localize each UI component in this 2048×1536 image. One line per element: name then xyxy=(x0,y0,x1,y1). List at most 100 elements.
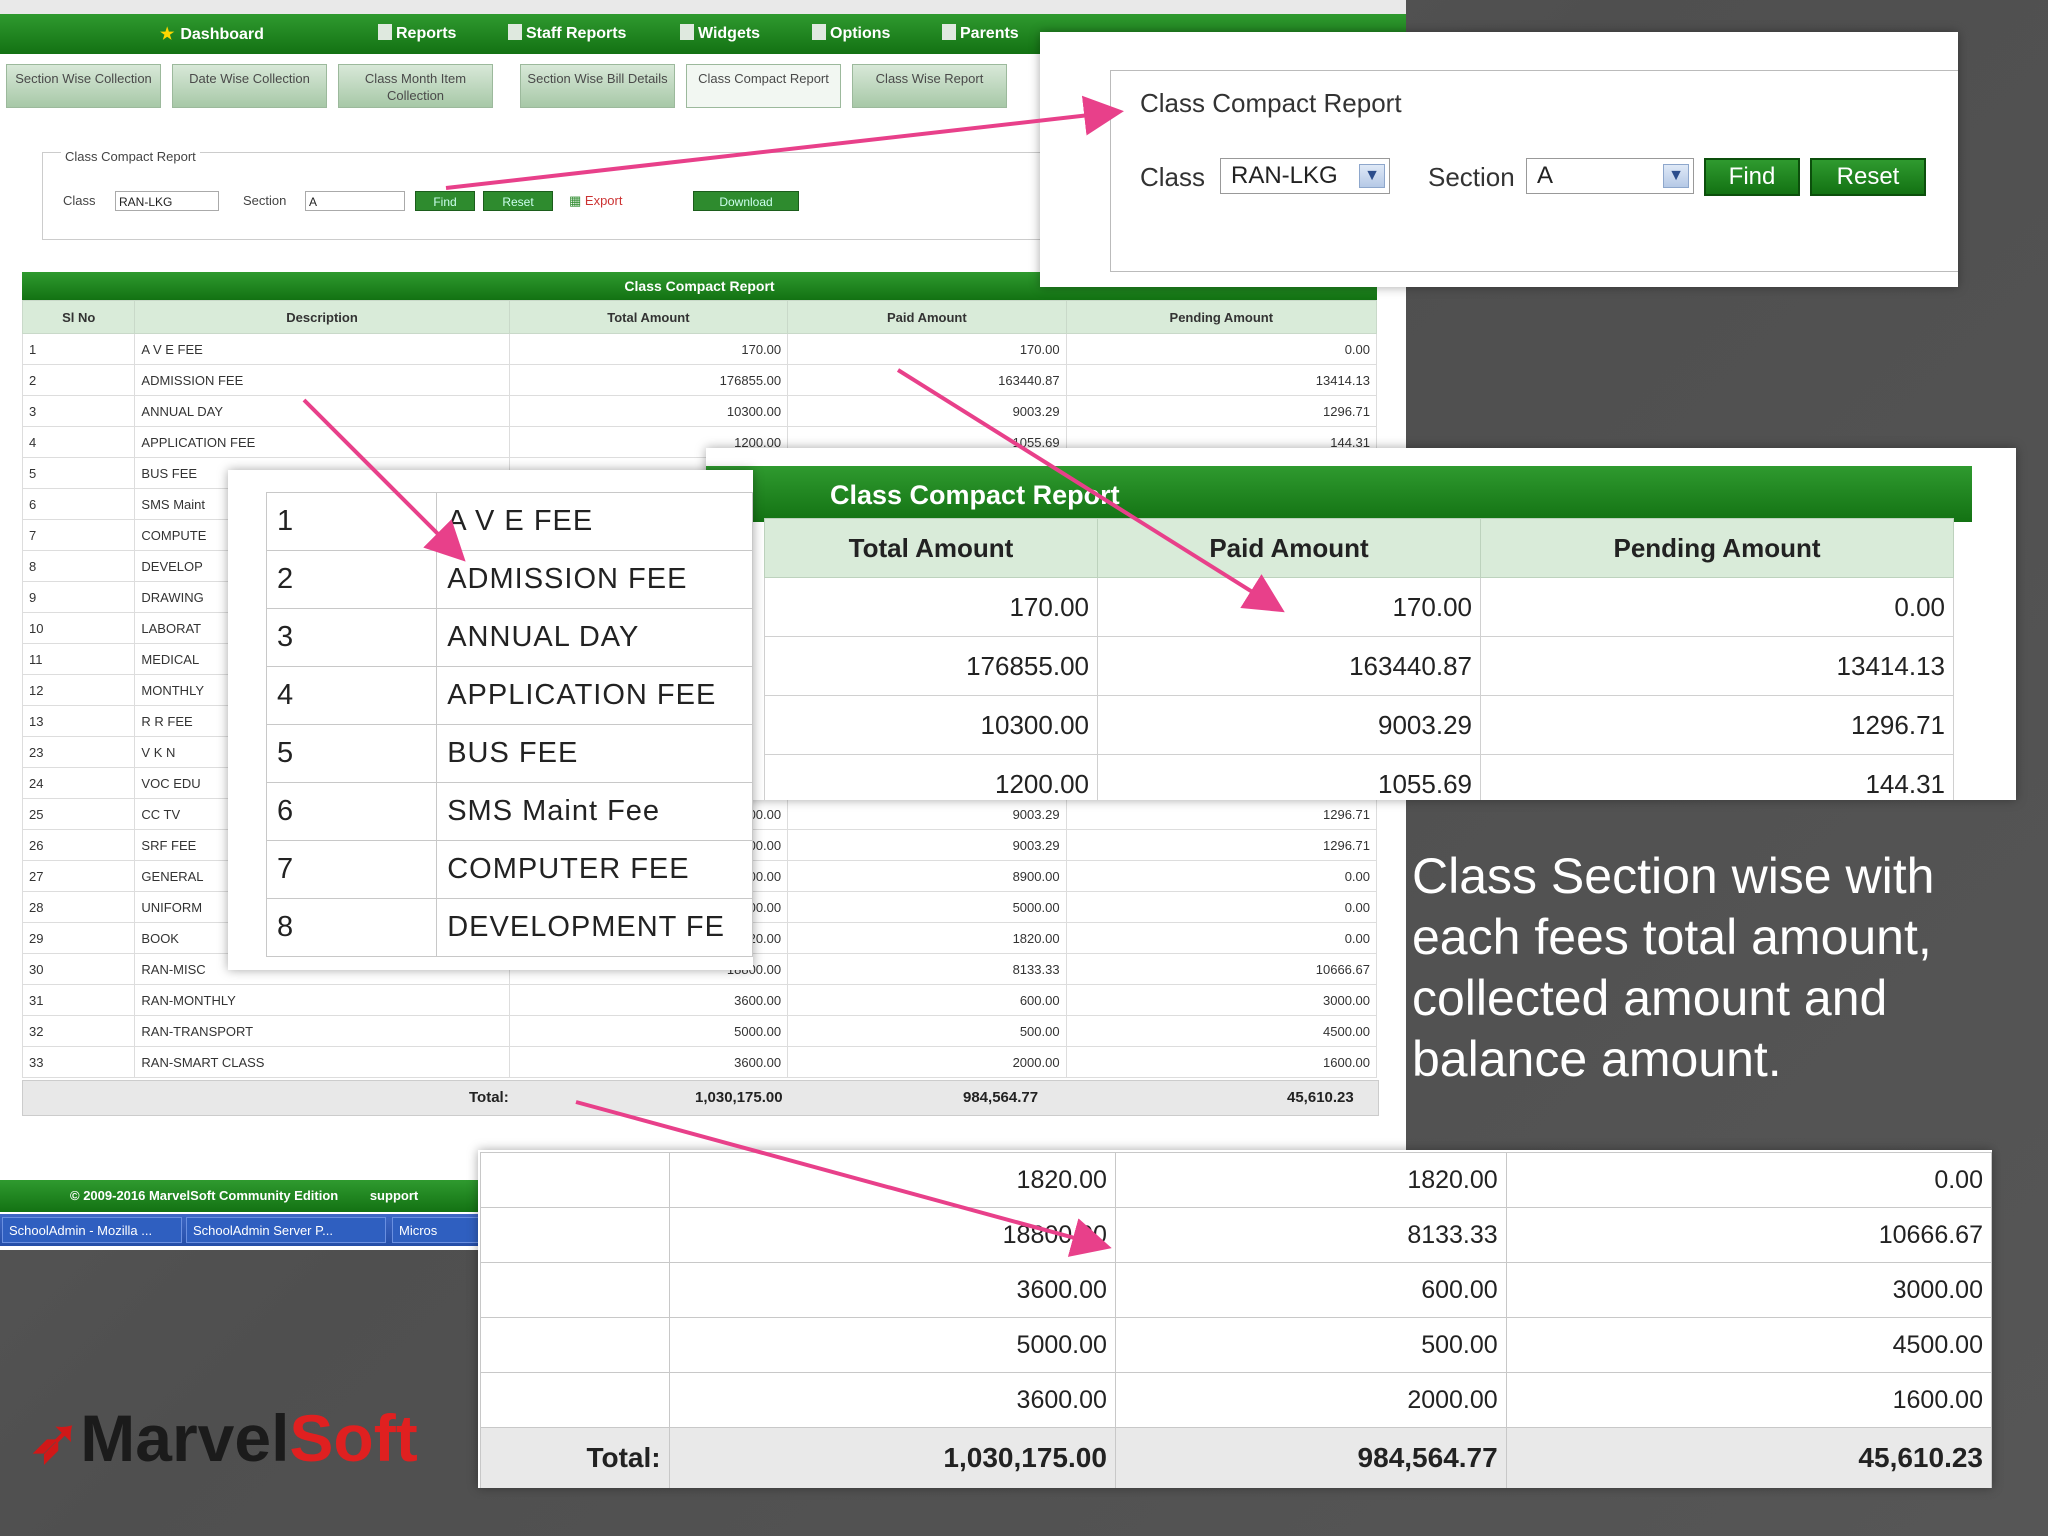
amount-cell: 2000.00 xyxy=(787,1046,1067,1078)
table-row: 18800.00 8133.33 10666.67 xyxy=(480,1207,1992,1263)
amount-cell: 0.00 xyxy=(1065,860,1378,892)
zoom-section-select[interactable]: A ▼ xyxy=(1526,158,1694,194)
table-row: 1820.00 1820.00 0.00 xyxy=(480,1152,1992,1208)
zoom-class-select[interactable]: RAN-LKG ▼ xyxy=(1220,158,1390,194)
section-select[interactable]: A xyxy=(305,191,405,211)
download-button[interactable]: Download xyxy=(693,191,799,211)
table-row: 3 ANNUAL DAY 10300.00 9003.29 1296.71 xyxy=(21,395,1378,427)
total-label: Total: xyxy=(469,1089,509,1106)
nav-dashboard[interactable]: ★ Dashboard xyxy=(160,24,264,44)
column-header: Paid Amount xyxy=(1097,518,1481,578)
amount-cell: 8133.33 xyxy=(1114,1207,1507,1263)
support-link[interactable]: support xyxy=(370,1188,418,1203)
tab-class-month-item-collection[interactable]: Class Month Item Collection xyxy=(338,64,493,108)
sl-no-cell: 13 xyxy=(21,705,136,737)
amount-cell: 9003.29 xyxy=(787,798,1067,830)
zoom-find-button[interactable]: Find xyxy=(1704,158,1800,196)
description-cell: A V E FEE xyxy=(134,333,510,365)
sl-no-cell: 7 xyxy=(21,519,136,551)
amount-cell: 0.00 xyxy=(1065,333,1378,365)
marvelsoft-logo: ➶MarvelSoft xyxy=(30,1401,418,1475)
sl-no-cell: 29 xyxy=(21,922,136,954)
slide-caption: Class Section wise with each fees total … xyxy=(1412,848,1935,1087)
table-row: 1A V E FEE 170.00 170.00 0.00 xyxy=(21,333,1378,365)
column-header: Pending Amount xyxy=(1065,300,1378,334)
amount-cell: 0.00 xyxy=(1505,1152,1992,1208)
nav-options[interactable]: Options xyxy=(812,24,890,43)
amount-cell: 2000.00 xyxy=(1114,1372,1507,1428)
column-header: Total Amount xyxy=(764,518,1098,578)
tab-section-wise-collection[interactable]: Section Wise Collection xyxy=(6,64,161,108)
reset-button[interactable]: Reset xyxy=(483,191,553,211)
tab-section-wise-bill-details[interactable]: Section Wise Bill Details xyxy=(520,64,675,108)
total-row: Total: 1,030,175.00 984,564.77 45,610.23 xyxy=(480,1427,1992,1488)
amount-cell: 1600.00 xyxy=(1065,1046,1378,1078)
options-icon xyxy=(812,24,826,40)
taskbar-item-server[interactable]: SchoolAdmin Server P... xyxy=(186,1217,386,1243)
table-row: 5000.00 500.00 4500.00 xyxy=(480,1317,1992,1373)
amount-cell: 5000.00 xyxy=(508,1015,789,1047)
blank-cell xyxy=(480,1262,670,1318)
table-row: 3600.00 600.00 3000.00 xyxy=(480,1262,1992,1318)
export-button[interactable]: ▦ Export xyxy=(569,193,622,209)
amount-cell: 0.00 xyxy=(1065,891,1378,923)
description-cell: RAN-TRANSPORT xyxy=(134,1015,510,1047)
sl-no-cell: 32 xyxy=(21,1015,136,1047)
tab-date-wise-collection[interactable]: Date Wise Collection xyxy=(172,64,327,108)
tab-class-wise-report[interactable]: Class Wise Report xyxy=(852,64,1007,108)
total-amount: 1,030,175.00 xyxy=(668,1427,1116,1488)
zoom-reset-button[interactable]: Reset xyxy=(1810,158,1926,196)
amount-cell: 1055.69 xyxy=(1097,754,1481,800)
logo-mark-icon: ➶ xyxy=(30,1407,81,1474)
sl-no-cell: 2 xyxy=(21,364,136,396)
zoom-filter-panel: Class Compact Report Class RAN-LKG ▼ Sect… xyxy=(1040,32,1958,287)
amount-cell: 18800.00 xyxy=(668,1207,1116,1263)
table-row: 176855.00 163440.87 13414.13 xyxy=(764,636,1954,696)
amount-cell: 1200.00 xyxy=(764,754,1098,800)
sl-no-cell: 5 xyxy=(265,724,438,783)
amount-cell: 1820.00 xyxy=(1114,1152,1507,1208)
sl-no-cell: 4 xyxy=(265,666,438,725)
class-select[interactable]: RAN-LKG xyxy=(115,191,219,211)
amount-cell: 170.00 xyxy=(1097,577,1481,637)
widget-icon xyxy=(680,24,694,40)
amount-cell: 1296.71 xyxy=(1065,829,1378,861)
sl-no-cell: 33 xyxy=(21,1046,136,1078)
sl-no-cell: 24 xyxy=(21,767,136,799)
report-icon xyxy=(508,24,522,40)
nav-reports[interactable]: Reports xyxy=(378,24,456,43)
blank-cell xyxy=(480,1372,670,1428)
description-cell: COMPUTER FEE xyxy=(436,840,753,899)
sl-no-cell: 5 xyxy=(21,457,136,489)
amount-cell: 600.00 xyxy=(787,984,1067,1016)
amount-cell: 600.00 xyxy=(1114,1262,1507,1318)
find-button[interactable]: Find xyxy=(415,191,475,211)
grid-total-row: Total: 1,030,175.00 984,564.77 45,610.23 xyxy=(22,1080,1379,1116)
class-label: Class xyxy=(63,193,96,208)
taskbar-item-firefox[interactable]: SchoolAdmin - Mozilla ... xyxy=(2,1217,182,1243)
blank-cell xyxy=(480,1317,670,1373)
amount-cell: 10300.00 xyxy=(764,695,1098,755)
table-row: 31 RAN-MONTHLY 3600.00 600.00 3000.00 xyxy=(21,984,1378,1016)
tab-class-compact-report[interactable]: Class Compact Report xyxy=(686,64,841,108)
nav-staff-reports[interactable]: Staff Reports xyxy=(508,24,626,43)
sl-no-cell: 7 xyxy=(265,840,438,899)
sl-no-cell: 12 xyxy=(21,674,136,706)
sl-no-cell: 2 xyxy=(265,550,438,609)
amount-cell: 1600.00 xyxy=(1505,1372,1992,1428)
nav-widgets[interactable]: Widgets xyxy=(680,24,760,43)
description-cell: APPLICATION FEE xyxy=(134,426,510,458)
column-header: Sl No xyxy=(21,300,136,334)
amount-cell: 8900.00 xyxy=(787,860,1067,892)
zoom-description-panel: 1A V E FEE 2 ADMISSION FEE 3 ANNUAL DAY 4 APPL… xyxy=(228,470,753,970)
amount-cell: 10300.00 xyxy=(508,395,789,427)
nav-parents[interactable]: Parents xyxy=(942,24,1019,43)
zoom-amounts-table: Total Amount Paid Amount Pending Amount 17… xyxy=(764,518,1954,800)
amount-cell: 13414.13 xyxy=(1480,636,1954,696)
list-item: 7 COMPUTER FEE xyxy=(265,840,753,899)
amount-cell: 163440.87 xyxy=(1097,636,1481,696)
amount-cell: 500.00 xyxy=(787,1015,1067,1047)
chevron-down-icon: ▼ xyxy=(1663,164,1689,188)
column-header: Paid Amount xyxy=(787,300,1067,334)
amount-cell: 5000.00 xyxy=(668,1317,1116,1373)
